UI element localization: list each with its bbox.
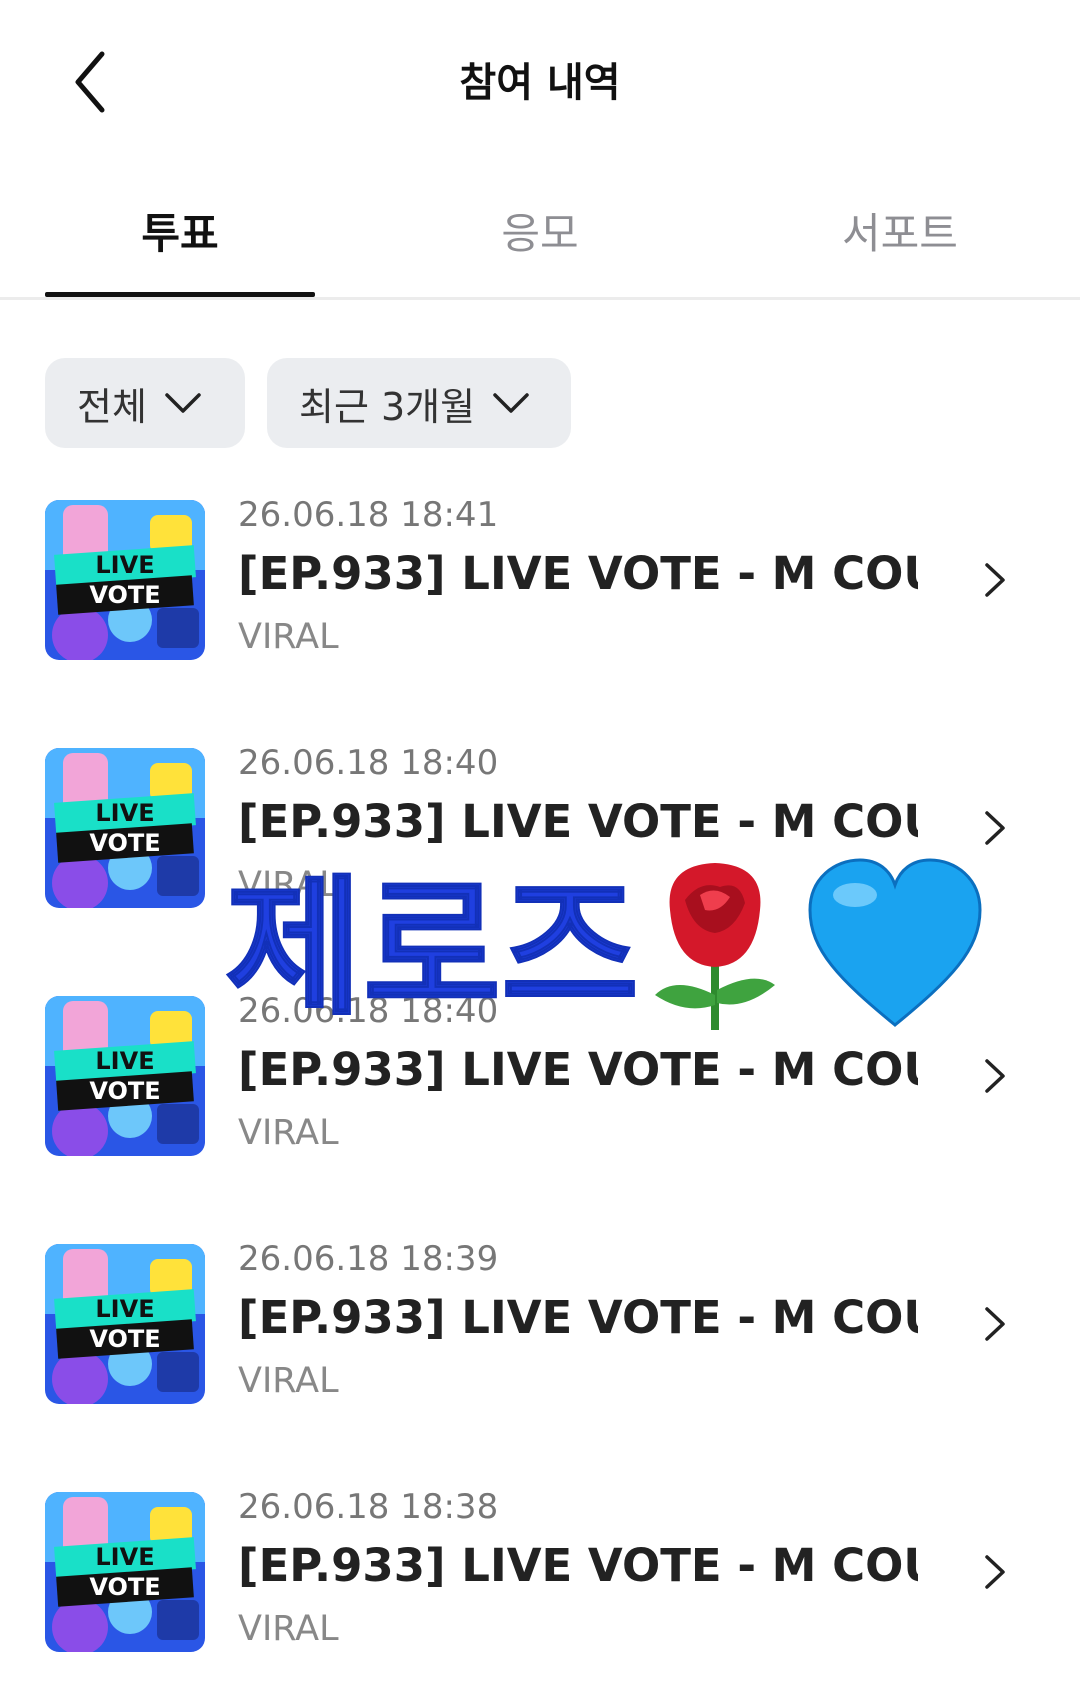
- live-vote-artwork: LIVEVOTE: [45, 748, 205, 908]
- item-title: [EP.933] LIVE VOTE - M COUN...: [238, 1291, 918, 1344]
- vote-thumbnail: LIVE VOTE: [45, 748, 205, 908]
- item-category: VIRAL: [238, 1609, 339, 1649]
- list-item[interactable]: LIVE VOTE 26.06.18 18:39 [EP.933] LIVE VO…: [0, 1229, 1080, 1429]
- vote-thumbnail: LIVE VOTE: [45, 996, 205, 1156]
- item-title: [EP.933] LIVE VOTE - M COUN...: [238, 795, 918, 848]
- item-date: 26.06.18 18:39: [238, 1239, 499, 1279]
- chevron-right-icon: [985, 1555, 1005, 1589]
- item-category: VIRAL: [238, 1113, 339, 1153]
- list-item[interactable]: LIVE VOTE 26.06.18 18:38 [EP.933] LIVE VO…: [0, 1477, 1080, 1677]
- chevron-right-icon: [985, 1307, 1005, 1341]
- filter-period-label: 최근 3개월: [299, 384, 476, 429]
- rose-icon: [655, 863, 775, 1030]
- filter-period-dropdown[interactable]: 최근 3개월: [267, 358, 571, 448]
- live-vote-artwork: LIVEVOTE: [45, 996, 205, 1156]
- item-category: VIRAL: [238, 617, 339, 657]
- svg-text:VOTE: VOTE: [89, 1573, 160, 1601]
- live-vote-artwork: LIVEVOTE: [45, 1492, 205, 1652]
- vote-thumbnail: LIVE VOTE: [45, 1244, 205, 1404]
- svg-text:LIVE: LIVE: [95, 1047, 154, 1075]
- sticker-overlay: 제로즈: [225, 858, 982, 1035]
- live-vote-artwork: LIVEVOTE: [45, 1244, 205, 1404]
- svg-text:LIVE: LIVE: [95, 551, 154, 579]
- vote-thumbnail: LIVE VOTE: [45, 1492, 205, 1652]
- svg-text:LIVE: LIVE: [95, 1543, 154, 1571]
- vote-thumbnail: LIVE VOTE: [45, 500, 205, 660]
- item-date: 26.06.18 18:38: [238, 1487, 499, 1527]
- active-tab-indicator: [45, 292, 315, 297]
- blue-heart-icon: [808, 858, 982, 1027]
- tab-entry[interactable]: 응모: [360, 200, 720, 261]
- page-title: 참여 내역: [459, 60, 621, 106]
- chevron-down-icon: [165, 393, 201, 413]
- svg-text:LIVE: LIVE: [95, 799, 154, 827]
- svg-text:VOTE: VOTE: [89, 581, 160, 609]
- svg-text:VOTE: VOTE: [89, 1325, 160, 1353]
- item-title: [EP.933] LIVE VOTE - M COUN...: [238, 1539, 918, 1592]
- item-category: VIRAL: [238, 1361, 339, 1401]
- header: 참여 내역: [0, 0, 1080, 160]
- tab-vote[interactable]: 투표: [0, 200, 360, 261]
- tab-support[interactable]: 서포트: [720, 200, 1080, 261]
- item-date: 26.06.18 18:41: [238, 495, 499, 535]
- svg-text:VOTE: VOTE: [89, 829, 160, 857]
- item-title: [EP.933] LIVE VOTE - M COUN...: [238, 547, 918, 600]
- filter-category-label: 전체: [77, 384, 147, 429]
- svg-text:LIVE: LIVE: [95, 1295, 154, 1323]
- chevron-right-icon: [985, 563, 1005, 597]
- svg-text:VOTE: VOTE: [89, 1077, 160, 1105]
- tab-bar: 투표 응모 서포트: [0, 180, 1080, 300]
- item-title: [EP.933] LIVE VOTE - M COUN...: [238, 1043, 918, 1096]
- chevron-right-icon: [985, 1059, 1005, 1093]
- filter-category-dropdown[interactable]: 전체: [45, 358, 245, 448]
- list-item[interactable]: LIVE VOTE 26.06.18 18:41 [EP.933] LIVE VO…: [0, 485, 1080, 685]
- item-date: 26.06.18 18:40: [238, 743, 499, 783]
- chevron-down-icon: [493, 393, 529, 413]
- live-vote-artwork: LIVEVOTE: [45, 500, 205, 660]
- chevron-right-icon: [985, 811, 1005, 845]
- overlay-text: 제로즈: [225, 862, 639, 1035]
